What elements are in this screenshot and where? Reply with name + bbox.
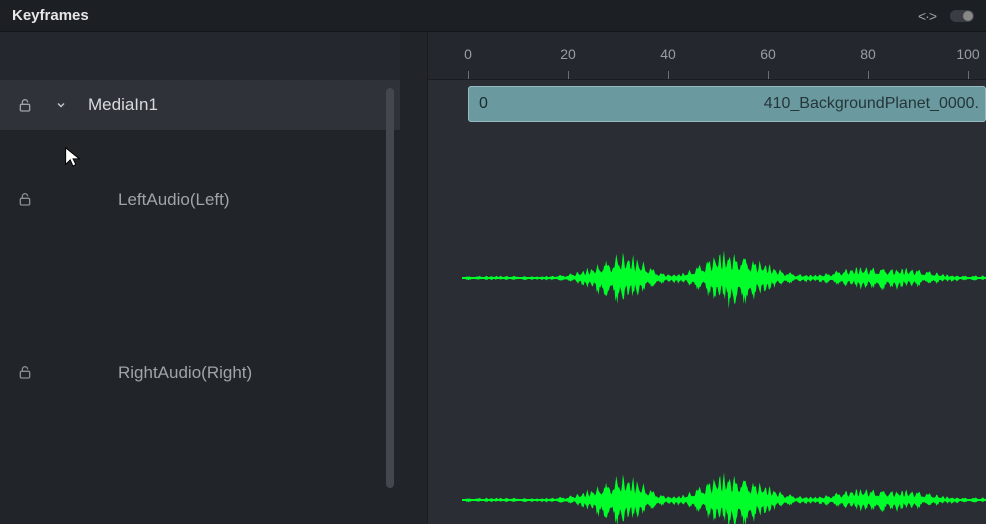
ruler-spacer bbox=[0, 32, 400, 80]
track-row-left-audio[interactable]: LeftAudio(Left) bbox=[0, 130, 400, 285]
header-controls: <·> bbox=[918, 8, 974, 24]
clip-start-frame: 0 bbox=[479, 95, 488, 113]
track-label: RightAudio(Right) bbox=[118, 363, 252, 383]
media-clip[interactable]: 0 410_BackgroundPlanet_0000. bbox=[468, 86, 986, 122]
track-row-mediain1[interactable]: MediaIn1 bbox=[0, 80, 400, 130]
unlock-icon[interactable] bbox=[16, 96, 34, 114]
track-row-right-audio[interactable]: RightAudio(Right) bbox=[0, 285, 400, 465]
tracks-canvas[interactable]: 0 410_BackgroundPlanet_0000. bbox=[428, 80, 986, 524]
ruler-tick: 100 bbox=[956, 46, 979, 62]
unlock-icon[interactable] bbox=[16, 190, 34, 208]
timeline-area: 0 20 40 60 80 100 0 410_BackgroundPlanet_0000… bbox=[428, 32, 986, 524]
panel-toggle[interactable] bbox=[950, 10, 974, 22]
keyframes-panel: Keyframes <·> MediaIn1 bbox=[0, 0, 986, 524]
unlock-icon[interactable] bbox=[16, 363, 34, 381]
track-label: MediaIn1 bbox=[88, 95, 158, 115]
waveform-left[interactable] bbox=[462, 248, 986, 308]
panel-body: MediaIn1 LeftAudio(Left) bbox=[0, 32, 986, 524]
sidebar-scrollbar[interactable] bbox=[386, 88, 394, 488]
chevron-down-icon[interactable] bbox=[54, 99, 68, 111]
ruler-tick: 0 bbox=[464, 46, 472, 62]
ruler-tick: 20 bbox=[560, 46, 576, 62]
panel-title: Keyframes bbox=[12, 7, 89, 24]
ruler-tick: 40 bbox=[660, 46, 676, 62]
panel-header: Keyframes <·> bbox=[0, 0, 986, 32]
time-ruler[interactable]: 0 20 40 60 80 100 bbox=[428, 32, 986, 80]
clip-name: 410_BackgroundPlanet_0000. bbox=[764, 95, 979, 113]
column-divider[interactable] bbox=[400, 32, 428, 524]
track-list-sidebar: MediaIn1 LeftAudio(Left) bbox=[0, 32, 400, 524]
ruler-tick: 80 bbox=[860, 46, 876, 62]
waveform-right[interactable] bbox=[462, 470, 986, 524]
track-label: LeftAudio(Left) bbox=[118, 190, 230, 210]
code-icon[interactable]: <·> bbox=[918, 8, 936, 24]
ruler-tick: 60 bbox=[760, 46, 776, 62]
